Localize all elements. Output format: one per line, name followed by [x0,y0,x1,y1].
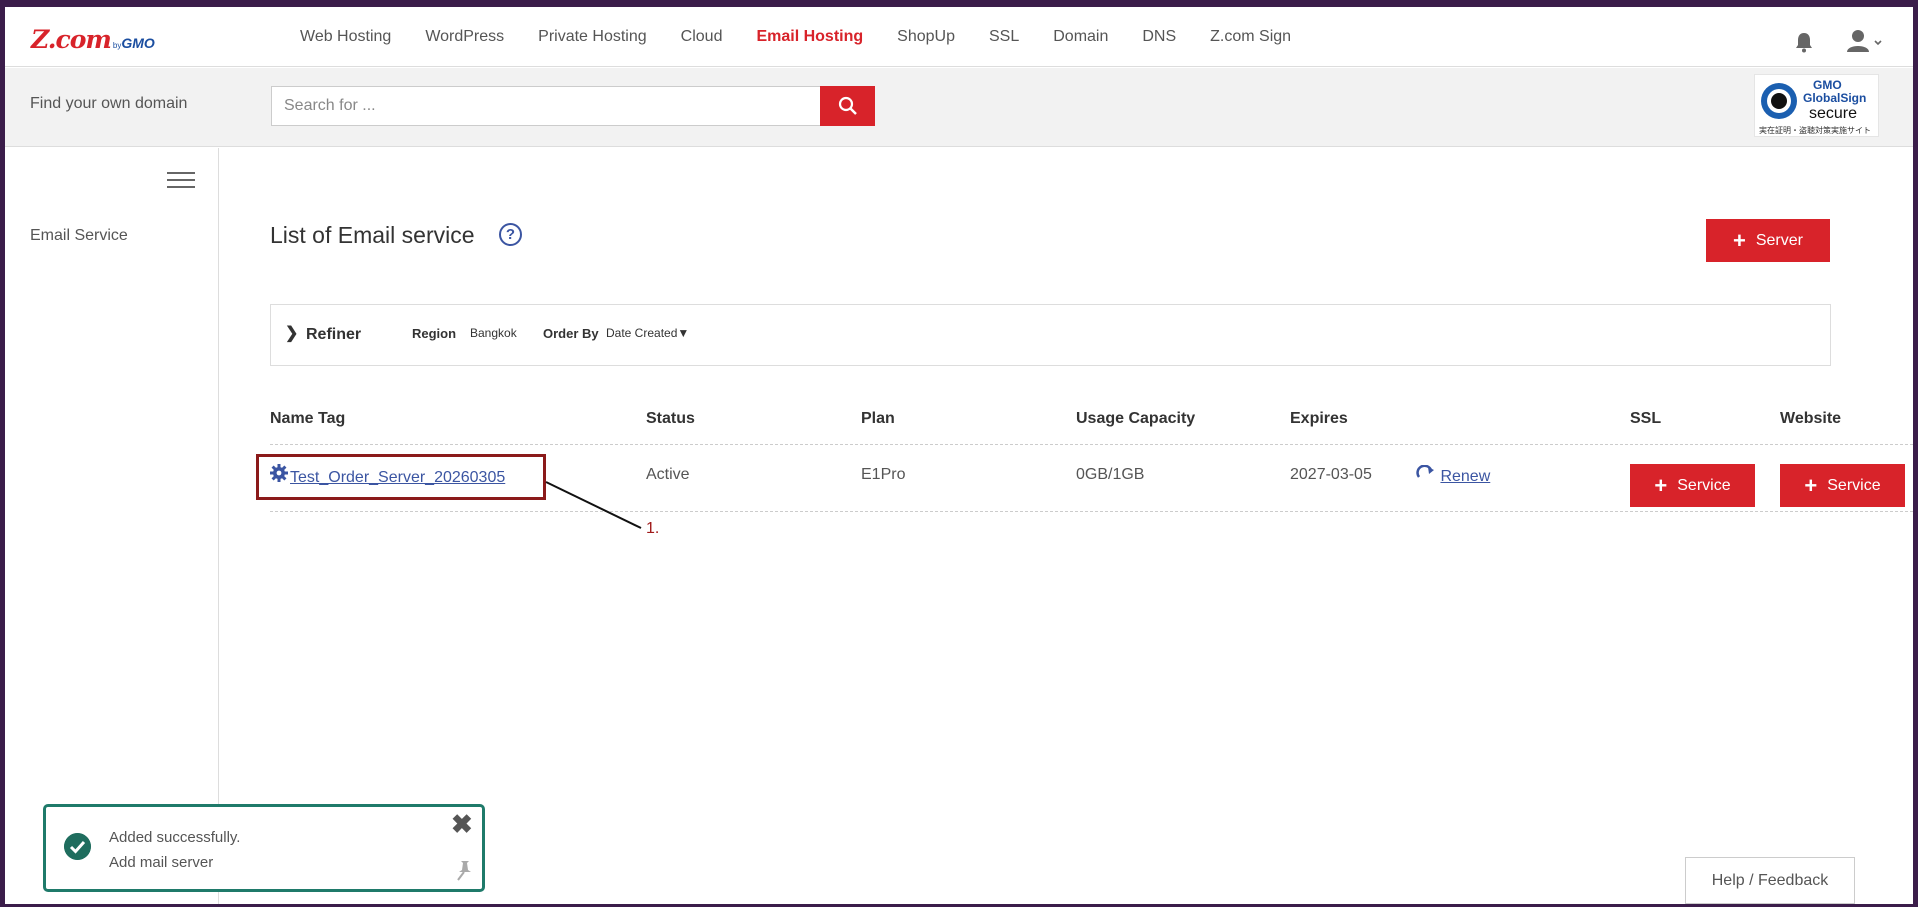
add-website-service-button[interactable]: + Service [1780,464,1905,507]
toast-title: Added successfully. [109,829,241,846]
plan-cell: E1Pro [861,466,906,483]
search-button[interactable] [820,86,875,126]
ssl-service-label: Service [1677,476,1731,494]
seal-jp-text: 実在証明・盗聴対策実施サイト [1759,126,1871,135]
seal-globalsign: GlobalSign [1803,91,1867,105]
toast-message: Add mail server [109,854,214,871]
pin-icon[interactable] [454,859,474,881]
nav-dns[interactable]: DNS [1142,28,1176,46]
check-circle-icon [64,833,91,860]
add-server-label: Server [1755,231,1803,249]
expires-cell: 2027-03-05 [1290,466,1372,483]
col-header-website: Website [1780,410,1842,427]
nav-shopup[interactable]: ShopUp [897,28,955,46]
plus-icon: + [1654,472,1668,498]
search-icon [838,96,857,115]
globalsign-seal[interactable]: GMO GlobalSign secure 実在証明・盗聴対策実施サイト [1754,74,1879,137]
usage-cell: 0GB/1GB [1076,466,1145,483]
seal-secure: secure [1809,105,1858,122]
close-icon[interactable]: ✖ [451,811,473,837]
browser-viewport: Z.com by GMO Web Hosting WordPress Priva… [5,7,1913,904]
plus-icon: + [1733,227,1746,253]
annotation-line [545,481,642,529]
chevron-down-icon [1874,40,1882,46]
eye-icon [1761,83,1797,119]
col-header-expires: Expires [1290,410,1348,427]
success-toast: Added successfully. Add mail server ✖ [43,804,485,892]
help-feedback-button[interactable]: Help / Feedback [1685,857,1855,904]
annotation-label: 1. [646,520,660,537]
refresh-icon [1416,464,1434,478]
nav-domain[interactable]: Domain [1053,28,1108,46]
col-header-plan: Plan [861,410,895,427]
website-service-label: Service [1827,476,1881,494]
bell-icon[interactable] [1793,31,1815,53]
seal-gmo: GMO [1813,78,1842,92]
plus-icon: + [1804,472,1818,498]
renew-link[interactable]: Renew [1416,464,1491,486]
col-header-ssl: SSL [1630,410,1662,427]
add-ssl-service-button[interactable]: + Service [1630,464,1755,507]
col-header-usage: Usage Capacity [1076,410,1196,427]
user-icon[interactable] [1847,29,1883,53]
add-server-button[interactable]: + Server [1706,219,1830,262]
nav-zcom-sign[interactable]: Z.com Sign [1210,28,1291,46]
renew-label: Renew [1440,468,1491,485]
nav-ssl[interactable]: SSL [989,28,1019,46]
nav-email-hosting[interactable]: Email Hosting [756,28,863,46]
